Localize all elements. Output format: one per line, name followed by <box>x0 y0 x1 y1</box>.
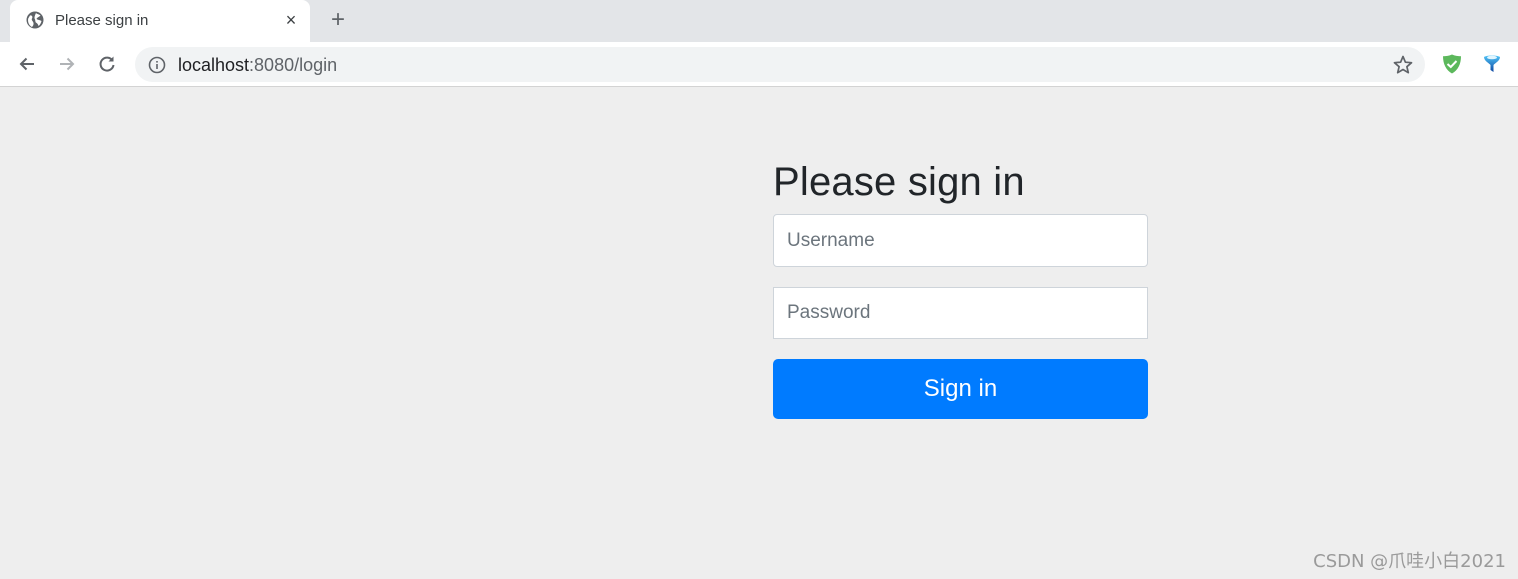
reload-icon <box>99 56 115 72</box>
watermark: CSDN @爪哇小白2021 <box>1313 551 1506 572</box>
reload-button[interactable] <box>93 50 121 78</box>
close-tab-icon[interactable]: × <box>280 9 302 31</box>
browser-toolbar: localhost:8080/login <box>0 42 1518 87</box>
arrow-left-icon <box>19 57 34 71</box>
arrow-right-icon <box>60 57 75 71</box>
page-content: Please sign in Sign in CSDN @爪哇小白2021 <box>0 88 1518 579</box>
sign-in-button[interactable]: Sign in <box>773 359 1148 419</box>
tab-title: Please sign in <box>55 12 149 29</box>
info-icon[interactable] <box>148 56 166 74</box>
new-tab-button[interactable]: + <box>325 8 351 34</box>
username-input[interactable] <box>773 214 1148 267</box>
password-input[interactable] <box>773 287 1148 339</box>
tab-strip: Please sign in × + <box>0 0 1518 42</box>
star-icon[interactable] <box>1392 54 1414 76</box>
shield-check-icon[interactable] <box>1441 53 1463 75</box>
back-button[interactable] <box>13 50 41 78</box>
globe-icon <box>26 11 44 29</box>
url-text[interactable]: localhost:8080/login <box>178 55 337 76</box>
form-heading: Please sign in <box>773 160 1025 204</box>
browser-tab[interactable]: Please sign in × <box>10 0 310 42</box>
funnel-extension-icon[interactable] <box>1481 53 1503 75</box>
forward-button[interactable] <box>53 50 81 78</box>
url-path: :8080/login <box>249 55 338 75</box>
url-host: localhost <box>178 55 250 75</box>
login-form: Please sign in Sign in <box>773 158 1148 419</box>
address-bar[interactable]: localhost:8080/login <box>135 47 1425 82</box>
